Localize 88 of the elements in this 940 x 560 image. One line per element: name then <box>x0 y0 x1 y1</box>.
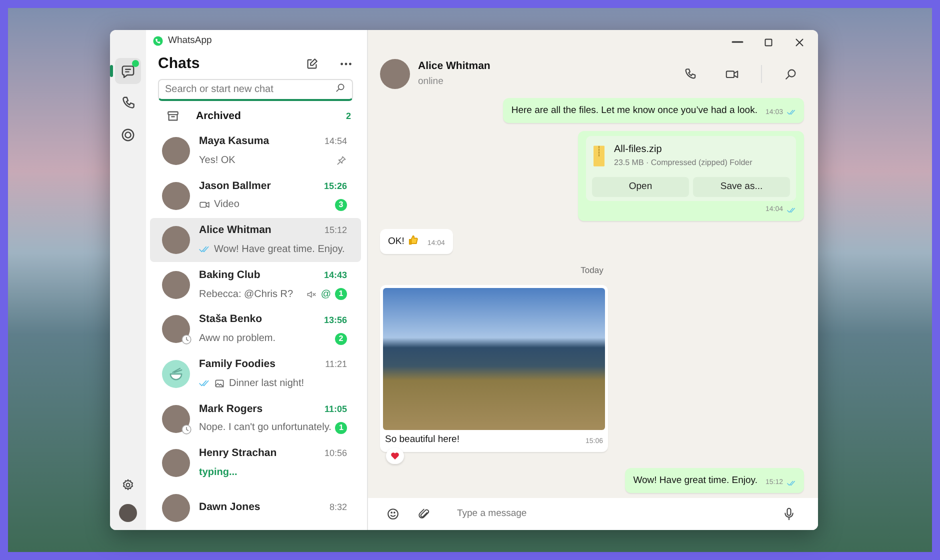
search-icon <box>784 67 798 81</box>
message-preview: Yes! OK <box>199 154 236 168</box>
message-input[interactable]: Type a message <box>455 506 766 522</box>
search-icon <box>335 82 346 93</box>
chat-list-item[interactable]: Alice Whitman 15:12 Wow! Have great time. Enjoy. <box>150 218 361 262</box>
contact-name: Dawn Jones <box>199 500 260 515</box>
message-preview: typing... <box>199 466 238 480</box>
chats-heading: Chats <box>158 54 200 74</box>
status-icon <box>120 127 136 143</box>
phone-icon <box>683 67 697 81</box>
contact-name: Henry Strachan <box>199 446 277 462</box>
message-time: 10:56 <box>324 447 347 460</box>
avatar <box>162 270 190 299</box>
mention-mark: @ <box>320 288 331 302</box>
message-text: Wow! Have great time. Enjoy. <box>633 474 758 488</box>
message-preview: Rebecca: @Chris R? <box>199 288 294 302</box>
settings-icon <box>121 478 135 492</box>
avatar <box>162 136 190 165</box>
message-text: OK! <box>388 234 404 249</box>
file-action-button[interactable]: Save as... <box>693 177 790 198</box>
avatar <box>162 315 190 344</box>
app-logo-icon <box>152 35 164 48</box>
message-time: 15:26 <box>324 180 347 193</box>
contact-name: Mark Rogers <box>199 402 263 417</box>
message-preview: Video <box>214 198 240 212</box>
compose-icon <box>305 57 319 72</box>
message-preview: Nope. I can't go unfortunately. <box>199 421 332 436</box>
chats-icon <box>120 63 136 79</box>
chat-list-item[interactable]: Jason Ballmer 15:26 Video 3 <box>150 173 361 218</box>
reaction-badge[interactable] <box>386 448 404 464</box>
message-preview: Dinner last night! <box>229 376 306 391</box>
profile-avatar[interactable] <box>119 504 137 522</box>
minimize-icon <box>731 41 744 43</box>
message-time: 14:54 <box>324 135 347 148</box>
chat-list-item[interactable]: Henry Strachan 10:56 typing... <box>150 440 361 486</box>
unread-count: 1 <box>335 288 347 300</box>
zip-file-icon <box>592 144 606 167</box>
message-text: Here are all the files. Let me know once you’ve had a look. <box>511 104 758 118</box>
chat-list-item[interactable]: Family Foodies 11:21 Dinner last night! <box>150 352 361 396</box>
chat-list-item[interactable]: Mark Rogers 11:05 Nope. I can't go unfortunately. 1 <box>150 396 361 441</box>
image-caption: So beautiful here! <box>385 432 460 447</box>
file-name: All-files.zip <box>614 143 663 158</box>
message-time: 13:56 <box>324 314 347 327</box>
message-preview: Aww no problem. <box>199 332 277 346</box>
message-time: 11:05 <box>324 402 347 416</box>
file-info: 23.5 MB · Compressed (zipped) Folder <box>614 157 752 170</box>
unread-count: 3 <box>335 198 347 211</box>
contact-name: Family Foodies <box>199 357 276 372</box>
emoji-icon <box>386 507 400 521</box>
close-icon <box>793 36 806 48</box>
chat-list-item[interactable]: Staša Benko 13:56 Aww no problem. 2 <box>150 307 361 352</box>
avatar <box>162 404 190 433</box>
contact-name: Alice Whitman <box>199 223 272 238</box>
avatar <box>162 182 190 210</box>
search-field[interactable]: Search or start new chat <box>158 78 353 101</box>
message-preview: Wow! Have great time. Enjoy. <box>214 243 346 258</box>
contact-status: online <box>418 74 444 89</box>
contact-name: Maya Kasuma <box>199 134 270 150</box>
contact-name: Baking Club <box>199 268 260 283</box>
avatar <box>380 59 410 89</box>
archive-icon <box>166 109 180 124</box>
contact-name: Jason Ballmer <box>199 178 271 194</box>
unread-count: 1 <box>335 422 347 434</box>
archived-label: Archived <box>196 108 242 124</box>
message-time: 11:21 <box>325 358 347 372</box>
minimize-button[interactable] <box>729 39 746 45</box>
unread-count: 2 <box>335 332 347 345</box>
message-time: 14:43 <box>324 269 347 282</box>
heart-icon <box>390 451 400 462</box>
avatar <box>162 449 190 478</box>
message-time: 8:32 <box>329 500 347 514</box>
avatar <box>162 226 190 254</box>
archived-count: 2 <box>346 110 351 123</box>
bowl-icon <box>168 366 184 382</box>
composer-bar[interactable]: Type a message <box>368 498 818 530</box>
window-title: WhatsApp <box>168 34 212 48</box>
message-time: 15:12 <box>324 224 347 238</box>
archived-row[interactable]: Archived 2 <box>146 104 367 129</box>
chat-list-item[interactable]: Dawn Jones 8:32 <box>150 485 361 530</box>
contact-name: Alice Whitman <box>418 59 492 74</box>
contact-name: Staša Benko <box>199 312 262 328</box>
file-action-button[interactable]: Open <box>592 177 689 198</box>
chat-list-item[interactable]: Maya Kasuma 14:54 Yes! OK <box>150 128 361 174</box>
chat-list-item[interactable]: Baking Club 14:43 Rebecca: @Chris R? @ 1 <box>150 262 361 308</box>
microphone-icon <box>782 507 796 521</box>
paperclip-icon <box>418 508 431 520</box>
phone-icon <box>120 95 136 111</box>
avatar <box>162 494 190 522</box>
